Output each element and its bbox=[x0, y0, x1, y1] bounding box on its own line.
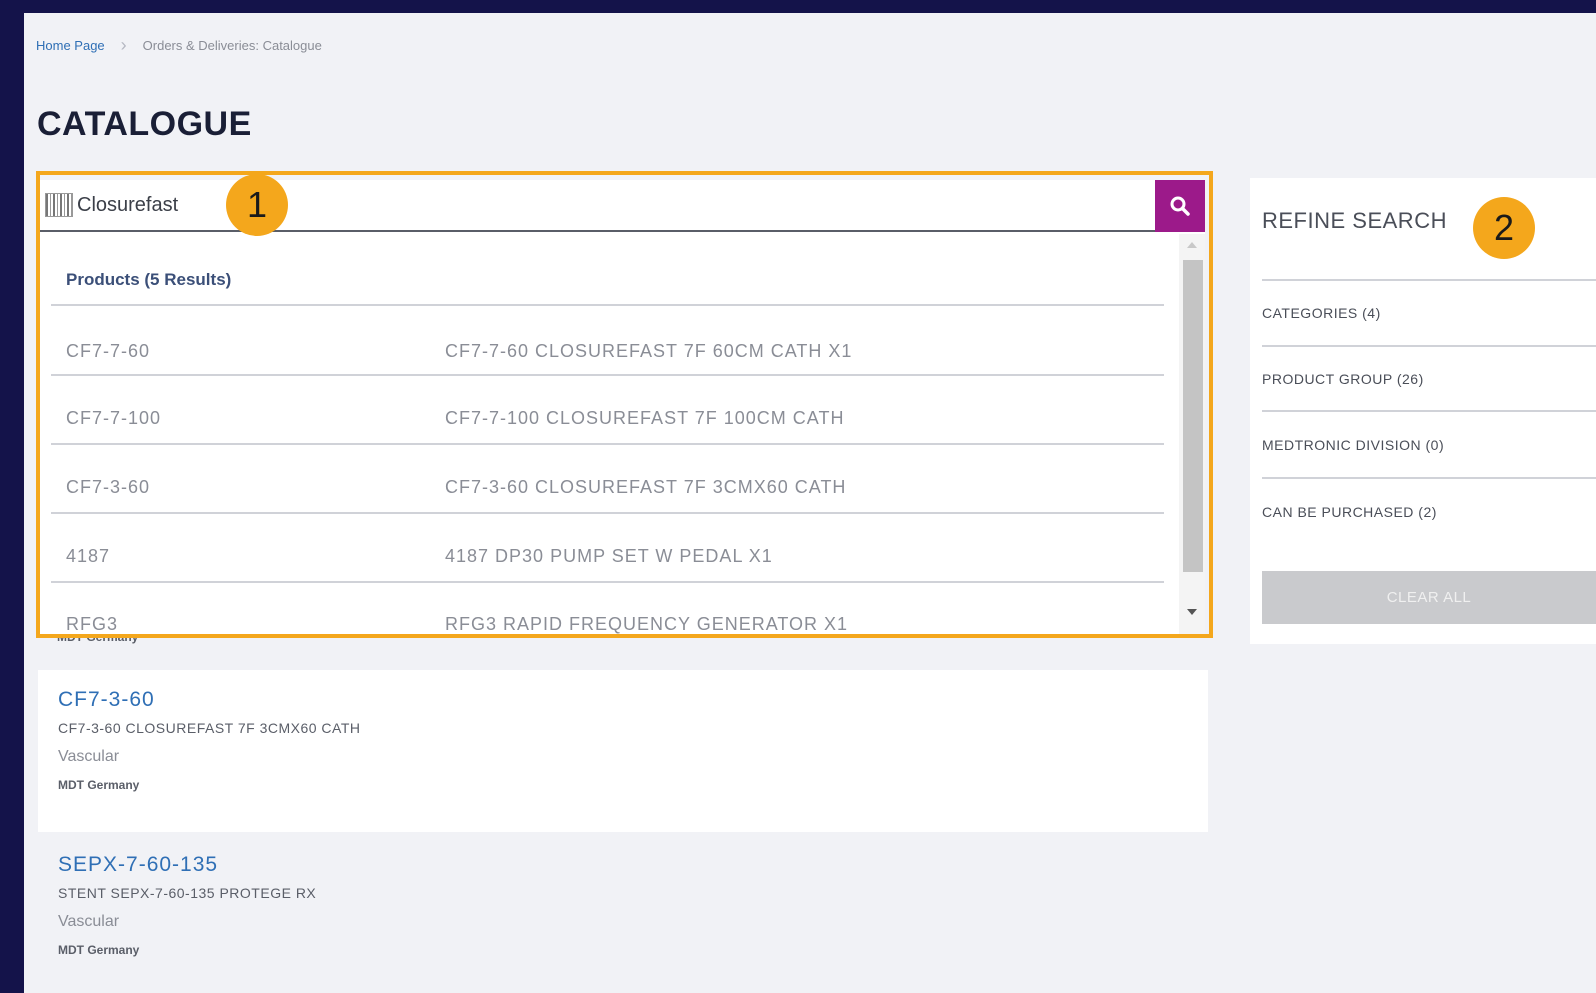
divider bbox=[1262, 279, 1596, 281]
result-code-link[interactable]: SEPX-7-60-135 bbox=[58, 853, 1188, 877]
clear-all-button[interactable]: CLEAR ALL bbox=[1262, 571, 1596, 624]
suggestion-code: RFG3 bbox=[66, 614, 119, 634]
result-organization: MDT Germany bbox=[58, 778, 140, 792]
suggestion-row[interactable]: 4187 4187 DP30 PUMP SET W PEDAL X1 bbox=[66, 546, 1166, 567]
divider bbox=[51, 304, 1164, 306]
dropdown-scrollbar[interactable] bbox=[1179, 234, 1205, 636]
filter-product-group[interactable]: PRODUCT GROUP (26) bbox=[1262, 371, 1596, 387]
refine-search-title: REFINE SEARCH bbox=[1262, 208, 1447, 233]
search-input[interactable] bbox=[77, 193, 977, 217]
result-description: CF7-3-60 CLOSUREFAST 7F 3CMX60 CATH bbox=[58, 720, 361, 736]
search-button[interactable] bbox=[1155, 180, 1205, 232]
result-description: STENT SEPX-7-60-135 PROTEGE RX bbox=[58, 885, 317, 901]
search-suggestions-dropdown: Products (5 Results) CF7-7-60 CF7-7-60 C… bbox=[39, 234, 1205, 636]
filter-can-be-purchased[interactable]: CAN BE PURCHASED (2) bbox=[1262, 504, 1596, 520]
breadcrumb-current: Orders & Deliveries: Catalogue bbox=[142, 38, 322, 53]
refine-search-panel: REFINE SEARCH CATEGORIES (4) PRODUCT GRO… bbox=[1250, 178, 1596, 644]
divider bbox=[51, 581, 1164, 583]
filter-medtronic-division[interactable]: MEDTRONIC DIVISION (0) bbox=[1262, 437, 1596, 453]
filter-categories[interactable]: CATEGORIES (4) bbox=[1262, 305, 1596, 321]
search-bar bbox=[39, 180, 1205, 232]
scroll-thumb[interactable] bbox=[1183, 260, 1203, 572]
breadcrumb-home-link[interactable]: Home Page bbox=[36, 38, 105, 53]
scroll-up-arrow-icon[interactable] bbox=[1187, 242, 1197, 248]
suggestions-header: Products (5 Results) bbox=[66, 270, 232, 289]
divider bbox=[1262, 345, 1596, 347]
divider bbox=[51, 374, 1164, 376]
result-card[interactable]: CF7-3-60 CF7-3-60 CLOSUREFAST 7F 3CMX60 … bbox=[38, 670, 1208, 832]
suggestion-code: CF7-3-60 bbox=[66, 477, 151, 497]
divider bbox=[1262, 410, 1596, 412]
search-icon bbox=[1170, 196, 1190, 216]
divider bbox=[51, 512, 1164, 514]
barcode-icon[interactable] bbox=[45, 193, 73, 217]
suggestion-row[interactable]: RFG3 RFG3 RAPID FREQUENCY GENERATOR X1 bbox=[66, 614, 1166, 635]
suggestion-description: CF7-3-60 CLOSUREFAST 7F 3CMX60 CATH bbox=[445, 477, 847, 497]
breadcrumb-separator-icon: › bbox=[120, 35, 127, 55]
result-card[interactable]: SEPX-7-60-135 STENT SEPX-7-60-135 PROTEG… bbox=[38, 835, 1208, 993]
divider bbox=[51, 443, 1164, 445]
breadcrumb: Home Page › Orders & Deliveries: Catalog… bbox=[36, 35, 322, 55]
result-category: Vascular bbox=[58, 748, 120, 765]
callout-badge-2: 2 bbox=[1473, 197, 1535, 259]
callout-badge-1: 1 bbox=[226, 174, 288, 236]
suggestion-description: CF7-7-60 CLOSUREFAST 7F 60CM CATH X1 bbox=[445, 341, 853, 361]
search-panel: Products (5 Results) CF7-7-60 CF7-7-60 C… bbox=[39, 180, 1205, 636]
result-category: Vascular bbox=[58, 913, 120, 930]
divider bbox=[1262, 477, 1596, 479]
suggestion-code: 4187 bbox=[66, 546, 111, 566]
scroll-down-arrow-icon[interactable] bbox=[1187, 609, 1197, 615]
suggestion-code: CF7-7-100 bbox=[66, 408, 162, 428]
suggestion-code: CF7-7-60 bbox=[66, 341, 151, 361]
suggestion-row[interactable]: CF7-7-60 CF7-7-60 CLOSUREFAST 7F 60CM CA… bbox=[66, 341, 1166, 362]
suggestion-row[interactable]: CF7-3-60 CF7-3-60 CLOSUREFAST 7F 3CMX60 … bbox=[66, 477, 1166, 498]
result-code-link[interactable]: CF7-3-60 bbox=[58, 688, 1188, 712]
page-title: CATALOGUE bbox=[37, 105, 252, 143]
catalogue-page: Home Page › Orders & Deliveries: Catalog… bbox=[24, 13, 1596, 993]
result-organization: MDT Germany bbox=[58, 943, 140, 957]
suggestion-description: CF7-7-100 CLOSUREFAST 7F 100CM CATH bbox=[445, 408, 845, 428]
suggestion-description: RFG3 RAPID FREQUENCY GENERATOR X1 bbox=[445, 614, 849, 634]
suggestion-description: 4187 DP30 PUMP SET W PEDAL X1 bbox=[445, 546, 773, 566]
suggestion-row[interactable]: CF7-7-100 CF7-7-100 CLOSUREFAST 7F 100CM… bbox=[66, 408, 1166, 429]
